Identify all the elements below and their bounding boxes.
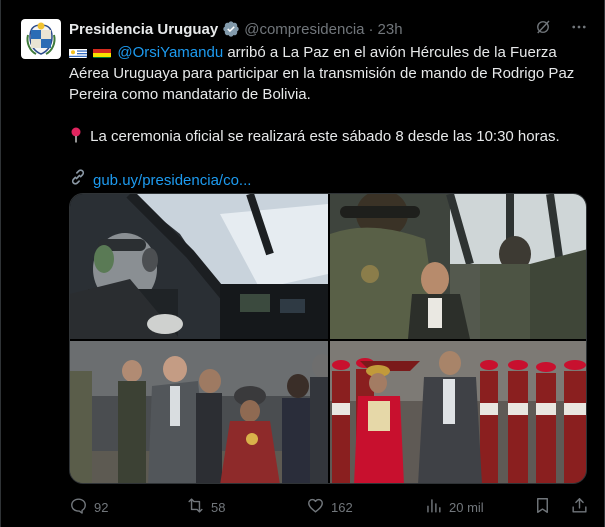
repost-count: 58 [211,499,226,515]
account-avatar[interactable] [21,19,61,59]
post-line-3: Pereira como mandatario de Bolivia. [69,86,311,103]
post-line-1-text: arribó a La Paz en el avión Hércules de … [223,44,557,61]
bolivia-flag-icon [93,46,112,58]
media-grid [69,193,587,484]
photo-honor-guard[interactable] [330,341,586,483]
post-timestamp[interactable]: 23h [378,21,403,38]
post-line-1: @OrsiYamandu arribó a La Paz en el avión… [69,42,589,63]
share-icon[interactable] [570,496,589,518]
post-card[interactable]: Presidencia Uruguay @compresidencia · 23… [0,0,605,527]
like-count: 162 [331,499,353,515]
uruguay-flag-icon [69,46,87,58]
verified-badge-icon [222,20,240,38]
account-name[interactable]: Presidencia Uruguay [69,21,218,38]
view-count: 20 mil [449,499,484,515]
reply-count: 92 [94,499,109,515]
like-button[interactable]: 162 [306,496,424,518]
post-paragraph-2: La ceremonia oficial se realizará este s… [69,126,589,147]
post-text: @OrsiYamandu arribó a La Paz en el avión… [69,42,589,192]
photo-cockpit-passenger[interactable] [70,194,328,339]
action-bar: 92 58 162 20 mil [69,496,589,518]
ceremony-text: La ceremonia oficial se realizará este s… [90,128,560,145]
coat-of-arms-icon [26,22,56,55]
photo-cockpit-crew[interactable] [330,194,586,339]
views-chart-icon [424,496,443,518]
post-link-row[interactable]: gub.uy/presidencia/co... [69,168,589,192]
bookmark-icon[interactable] [533,496,552,518]
views-button[interactable]: 20 mil [424,496,532,518]
link-icon [69,168,87,192]
post-header: Presidencia Uruguay @compresidencia · 23… [69,18,588,40]
account-handle[interactable]: @compresidencia [244,21,364,38]
mention-link[interactable]: @OrsiYamandu [117,44,223,61]
separator-dot: · [368,20,374,38]
repost-icon [186,496,205,518]
repost-button[interactable]: 58 [186,496,306,518]
post-line-2: Aérea Uruguaya para participar en la tra… [69,65,575,82]
pushpin-icon [69,127,90,145]
reply-button[interactable]: 92 [69,496,186,518]
reply-icon [69,496,88,518]
photo-tarmac-welcome[interactable] [70,341,328,483]
external-link[interactable]: gub.uy/presidencia/co... [93,170,251,191]
heart-icon [306,496,325,518]
more-options-icon[interactable] [570,18,588,40]
grok-icon[interactable] [534,18,552,40]
